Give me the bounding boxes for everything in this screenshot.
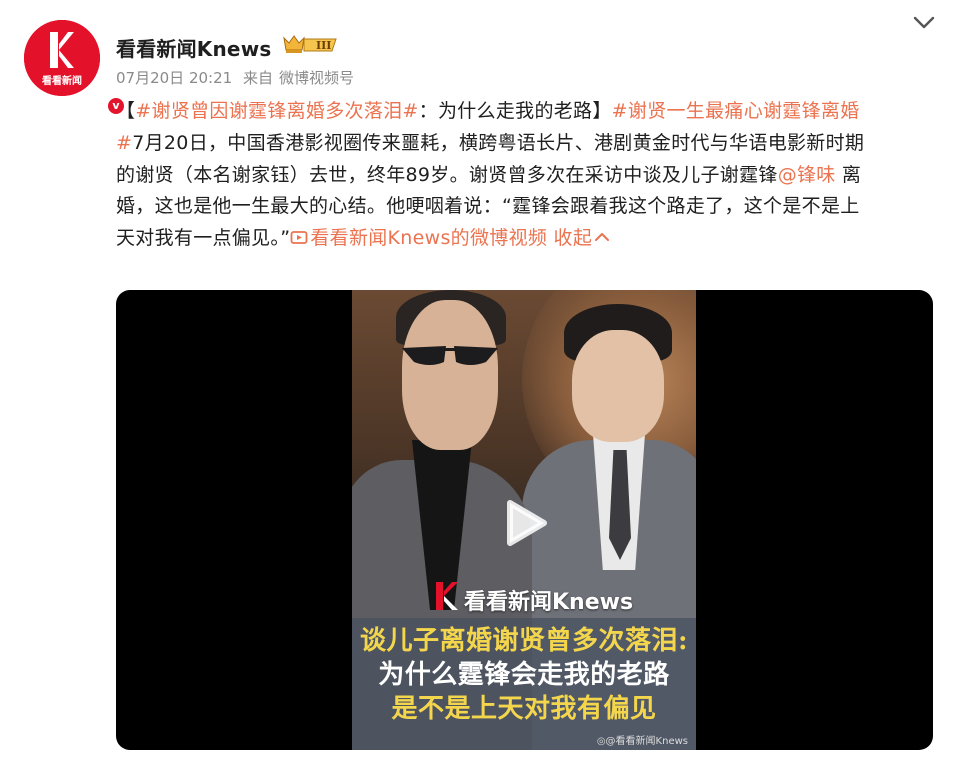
video-frame: 看看新闻Knews 谈儿子离婚谢贤曾多次落泪: 为什么霆锋会走我的老路 是不是上… <box>352 290 696 750</box>
collapse-button[interactable]: 收起 <box>554 227 611 249</box>
post-text-line-1: 【#谢贤曾因谢霆锋离婚多次落泪#：为什么走我的老路】#谢贤一生最痛心谢霆锋离婚 <box>116 100 860 122</box>
caption-line-2: 为什么霆锋会走我的老路 <box>378 660 670 690</box>
source-prefix: 来自 <box>242 69 273 87</box>
post-meta: 07月20日 20:21 来自 微博视频号 <box>116 67 360 88</box>
post-date[interactable]: 07月20日 20:21 <box>116 69 232 87</box>
vip-crown-badge-icon[interactable]: III <box>282 33 340 55</box>
video-watermark: ◎@看看新闻Knews <box>596 736 688 747</box>
hashtag-link[interactable]: #谢贤曾因谢霆锋离婚多次落泪# <box>135 100 418 122</box>
video-caption: 谈儿子离婚谢贤曾多次落泪: 为什么霆锋会走我的老路 是不是上天对我有偏见 <box>352 618 696 750</box>
chevron-down-icon[interactable] <box>912 14 936 32</box>
chevron-up-icon <box>595 233 610 242</box>
video-logo: 看看新闻Knews <box>352 576 696 616</box>
post-text-line-2: #7月20日，中国香港影视圈传来噩耗，横跨粤语长片、港剧黄金时代与华语电影新时期 <box>116 131 865 154</box>
avatar-label: 看看新闻 <box>42 76 82 87</box>
play-icon[interactable] <box>496 495 552 551</box>
vip-level: III <box>316 39 331 52</box>
video-link-icon <box>290 231 308 245</box>
post-text-line-4: 婚，这也是他一生最大的心结。他哽咽着说：“霆锋会跟着我这个路走了，这个是不是上 <box>116 195 860 218</box>
hashtag-link-end[interactable]: # <box>116 132 132 154</box>
weibo-post-card: 看看新闻 v 看看新闻Knews III 07月20日 20:21 来自 微博视频… <box>0 0 960 762</box>
video-logo-text: 看看新闻Knews <box>464 590 634 615</box>
avatar[interactable]: 看看新闻 v <box>24 20 126 116</box>
knews-logo-icon <box>50 32 74 68</box>
knews-logo-icon <box>436 582 458 610</box>
post-text: 【#谢贤曾因谢霆锋离婚多次落泪#：为什么走我的老路】#谢贤一生最痛心谢霆锋离婚 … <box>116 96 936 255</box>
video-link[interactable]: 看看新闻Knews的微博视频 <box>290 227 547 249</box>
caption-line-1: 谈儿子离婚谢贤曾多次落泪: <box>359 626 689 656</box>
video-player[interactable]: 看看新闻Knews 谈儿子离婚谢贤曾多次落泪: 为什么霆锋会走我的老路 是不是上… <box>116 290 933 750</box>
caption-line-3: 是不是上天对我有偏见 <box>391 694 657 724</box>
sunglasses-icon <box>402 346 498 365</box>
post-text-line-3: 的谢贤（本名谢家钰）去世，终年89岁。谢贤曾多次在采访中谈及儿子谢霆锋@锋味 离 <box>116 163 862 186</box>
mention-link[interactable]: @锋味 <box>778 164 836 186</box>
post-text-line-5: 天对我有一点偏见。” 看看新闻Knews的微博视频 收起 <box>116 223 936 255</box>
hashtag-link[interactable]: #谢贤一生最痛心谢霆锋离婚 <box>612 100 860 122</box>
post-source[interactable]: 微博视频号 <box>279 69 354 87</box>
author-name[interactable]: 看看新闻Knews <box>116 33 271 62</box>
